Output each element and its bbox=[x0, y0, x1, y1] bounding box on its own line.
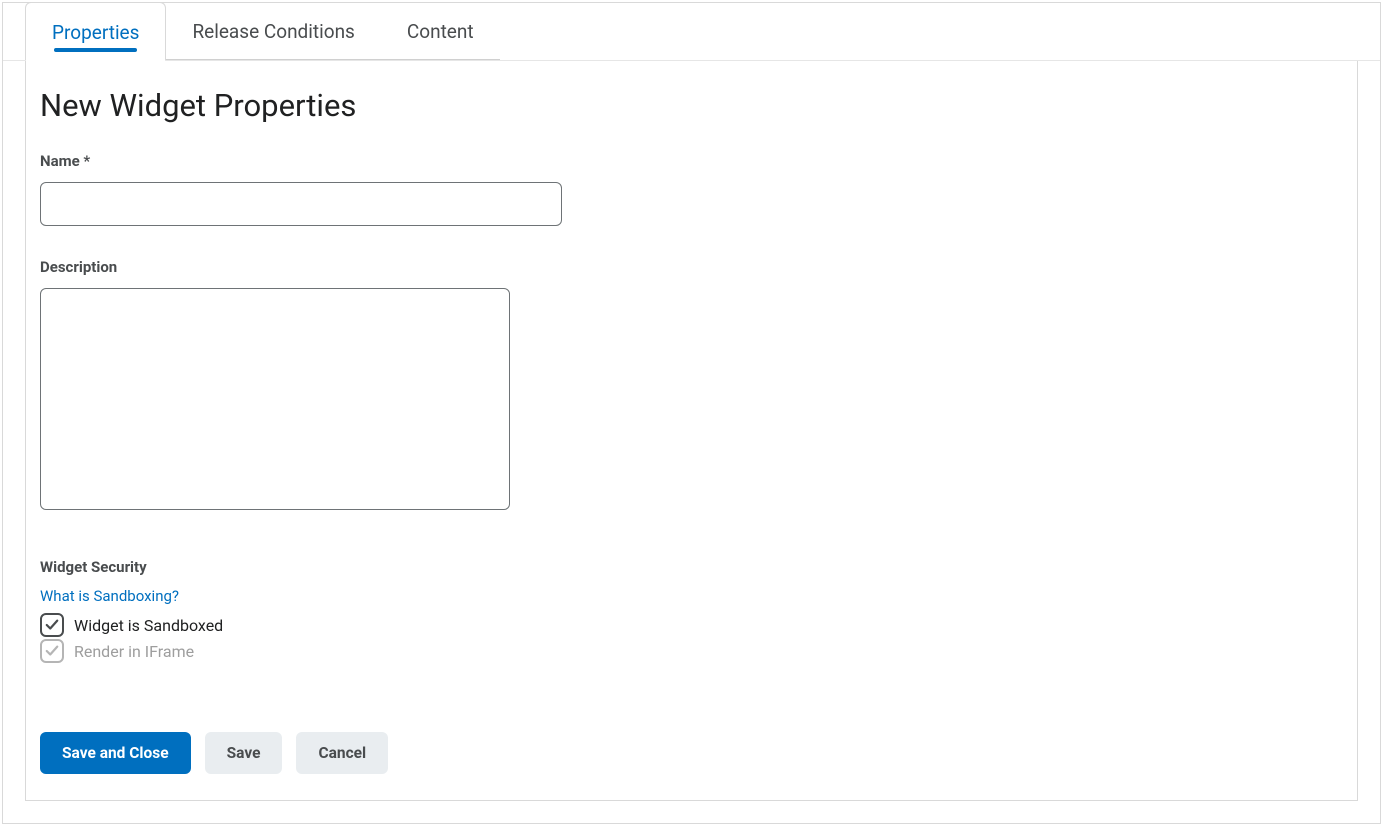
tab-bar: Properties Release Conditions Content bbox=[3, 2, 1380, 61]
description-field-group: Description bbox=[40, 258, 1357, 514]
sandboxing-help-link[interactable]: What is Sandboxing? bbox=[40, 587, 179, 605]
iframe-checkbox bbox=[40, 639, 64, 663]
save-button[interactable]: Save bbox=[205, 732, 283, 774]
check-icon bbox=[45, 618, 59, 632]
tab-content[interactable]: Content bbox=[381, 2, 500, 60]
page-title: New Widget Properties bbox=[40, 87, 1357, 124]
iframe-checkbox-label: Render in IFrame bbox=[74, 642, 194, 661]
name-input[interactable] bbox=[40, 182, 562, 226]
description-label: Description bbox=[40, 258, 1357, 276]
sandboxed-checkbox-label: Widget is Sandboxed bbox=[74, 616, 223, 635]
sandboxed-checkbox-row: Widget is Sandboxed bbox=[40, 613, 1357, 637]
widget-security-label: Widget Security bbox=[40, 558, 1357, 576]
check-icon bbox=[45, 644, 59, 658]
content-panel: New Widget Properties Name * Description… bbox=[25, 61, 1358, 801]
save-and-close-button[interactable]: Save and Close bbox=[40, 732, 191, 774]
name-label: Name * bbox=[40, 152, 1357, 170]
button-row: Save and Close Save Cancel bbox=[40, 732, 388, 774]
description-input[interactable] bbox=[40, 288, 510, 510]
page-container: Properties Release Conditions Content Ne… bbox=[2, 2, 1381, 824]
tab-properties[interactable]: Properties bbox=[25, 2, 166, 61]
sandboxed-checkbox[interactable] bbox=[40, 613, 64, 637]
cancel-button[interactable]: Cancel bbox=[296, 732, 388, 774]
name-field-group: Name * bbox=[40, 152, 1357, 226]
tab-release-conditions[interactable]: Release Conditions bbox=[166, 2, 380, 60]
iframe-checkbox-row: Render in IFrame bbox=[40, 639, 1357, 663]
